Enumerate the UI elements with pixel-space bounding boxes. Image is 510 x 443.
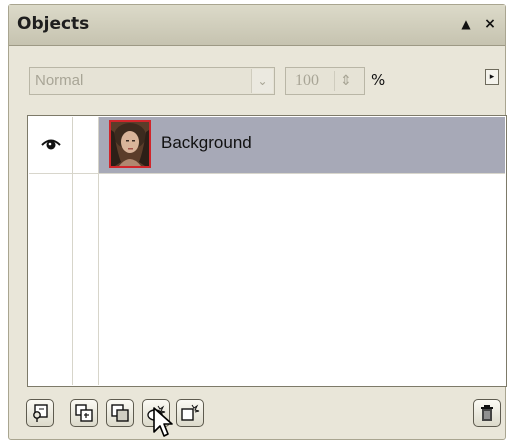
row-divider xyxy=(29,173,505,174)
docker-title: Objects xyxy=(17,14,90,34)
mouse-pointer-icon xyxy=(153,407,173,437)
new-object-from-selection-icon xyxy=(111,404,129,422)
new-object-icon xyxy=(75,404,93,422)
blend-mode-select[interactable]: Normal ⌄ xyxy=(29,67,275,95)
delete-button[interactable] xyxy=(473,399,501,427)
layer-row[interactable]: Background xyxy=(29,117,505,173)
screenshot-frame: Objects ▲ × Normal ⌄ 100 ⇕ % ▸ Backgroun… xyxy=(0,0,510,443)
slider-arrows-icon[interactable]: ⇕ xyxy=(334,71,357,91)
objects-docker: Objects ▲ × Normal ⌄ 100 ⇕ % ▸ Backgroun… xyxy=(8,4,507,440)
new-lens-from-object-button[interactable] xyxy=(176,399,204,427)
new-object-from-selection-button[interactable] xyxy=(106,399,134,427)
collapse-icon[interactable]: ▲ xyxy=(457,15,475,33)
new-lens-from-object-icon xyxy=(181,404,200,421)
object-properties-icon xyxy=(33,404,48,422)
layer-name: Background xyxy=(161,133,252,152)
layer-thumbnail xyxy=(109,120,151,168)
object-list[interactable]: Background xyxy=(27,115,507,387)
trash-icon xyxy=(481,405,493,421)
opacity-value: 100 xyxy=(295,72,319,89)
column-divider xyxy=(72,173,73,385)
layer-selected-area[interactable]: Background xyxy=(99,117,505,173)
column-divider xyxy=(98,173,99,385)
docker-titlebar: Objects ▲ × xyxy=(9,5,505,46)
close-icon[interactable]: × xyxy=(481,15,499,33)
blend-mode-value: Normal xyxy=(35,72,84,89)
eye-icon xyxy=(41,139,61,150)
lock-toggle[interactable] xyxy=(73,117,99,173)
object-properties-button[interactable] xyxy=(26,399,54,427)
chevron-down-icon[interactable]: ⌄ xyxy=(251,69,273,93)
visibility-toggle[interactable] xyxy=(29,117,73,173)
flyout-menu-button[interactable]: ▸ xyxy=(485,69,499,85)
opacity-unit: % xyxy=(371,71,386,89)
opacity-field[interactable]: 100 ⇕ xyxy=(285,67,365,95)
new-object-button[interactable] xyxy=(70,399,98,427)
